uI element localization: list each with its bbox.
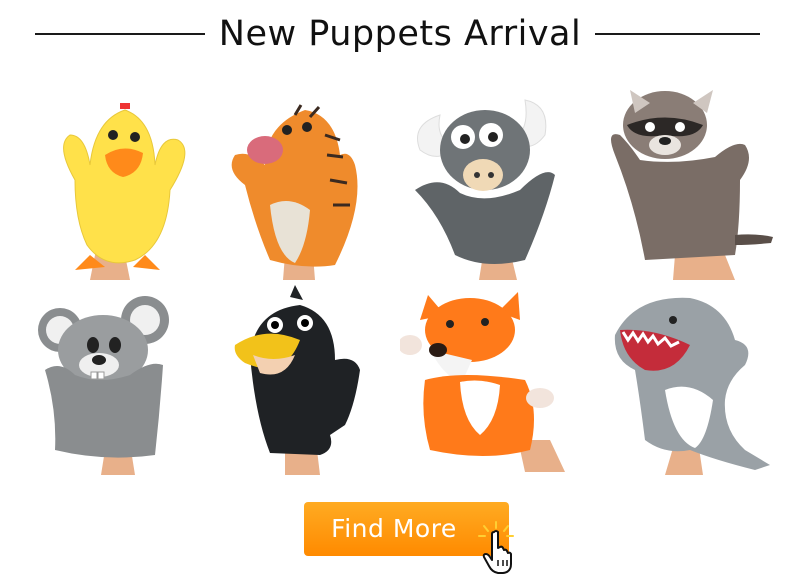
product-tile-mouse[interactable] — [35, 290, 225, 490]
bull-puppet-icon — [405, 95, 595, 295]
chicken-puppet-icon — [35, 95, 225, 295]
raccoon-puppet-icon — [595, 85, 785, 285]
product-tile-tiger[interactable] — [215, 95, 405, 295]
product-tile-shark[interactable] — [595, 290, 785, 490]
product-tile-fox[interactable] — [400, 290, 590, 490]
product-tile-crow[interactable] — [225, 285, 415, 485]
fox-puppet-icon — [400, 290, 590, 490]
product-grid — [0, 0, 800, 574]
find-more-label: Find More — [331, 514, 457, 543]
tiger-puppet-icon — [215, 95, 405, 295]
shark-puppet-icon — [595, 290, 785, 490]
hand-pointer-icon — [476, 520, 516, 574]
product-tile-chicken[interactable] — [35, 95, 225, 295]
product-tile-raccoon[interactable] — [595, 85, 785, 285]
product-tile-bull[interactable] — [405, 95, 595, 295]
crow-puppet-icon — [225, 285, 415, 485]
mouse-puppet-icon — [35, 290, 225, 490]
